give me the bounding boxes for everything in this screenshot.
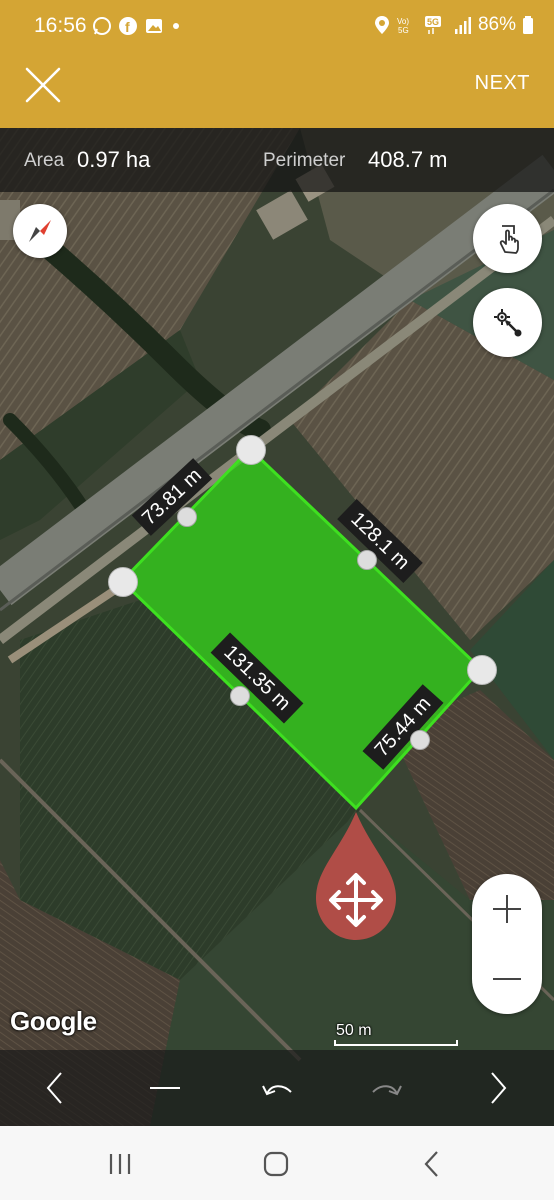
measurement-bar: Area 0.97 ha Perimeter 408.7 m	[0, 128, 554, 192]
gallery-icon	[146, 19, 162, 33]
chevron-right-icon	[491, 1072, 507, 1104]
notification-icons: f	[92, 16, 182, 36]
gps-point-icon	[493, 308, 521, 336]
network-5g-icon: 5G	[424, 16, 441, 34]
scale-bar: 50 m	[334, 1022, 458, 1048]
gps-point-button[interactable]	[473, 288, 542, 357]
battery-percent: 86%	[477, 14, 516, 35]
next-button[interactable]: NEXT	[475, 72, 530, 95]
recent-apps-icon	[109, 1154, 131, 1174]
perimeter-value: 408.7 m	[368, 147, 448, 172]
home-icon	[263, 1151, 289, 1177]
volte-icon: Vo)5G	[397, 17, 409, 35]
battery-icon	[523, 16, 533, 34]
vertex-handle[interactable]	[467, 655, 497, 685]
whatsapp-icon	[93, 17, 111, 35]
hand-pointer-icon	[499, 224, 519, 254]
next-point-button[interactable]	[476, 1068, 520, 1108]
redo-button[interactable]	[365, 1068, 409, 1108]
area-label: Area	[24, 150, 65, 171]
back-icon	[424, 1151, 438, 1177]
scale-line	[334, 1040, 458, 1046]
map-imagery	[0, 128, 554, 1126]
area-value: 0.97 ha	[77, 147, 151, 172]
svg-text:f: f	[125, 19, 130, 35]
signal-icon	[454, 17, 471, 34]
app-bar: NEXT	[0, 42, 554, 128]
vertex-handle[interactable]	[236, 435, 266, 465]
previous-button[interactable]	[33, 1068, 77, 1108]
compass-icon	[29, 220, 51, 242]
svg-text:5G: 5G	[398, 26, 409, 35]
google-attribution: Google	[10, 1006, 97, 1036]
location-icon	[374, 16, 389, 34]
svg-text:5G: 5G	[427, 17, 439, 27]
redo-icon	[372, 1085, 402, 1096]
midpoint-handle[interactable]	[230, 686, 250, 706]
svg-text:Vo): Vo)	[397, 17, 409, 26]
home-button[interactable]	[256, 1146, 296, 1182]
move-arrows-icon	[329, 873, 383, 927]
minus-icon	[150, 1087, 180, 1089]
facebook-icon: f	[119, 17, 137, 35]
close-button[interactable]	[22, 64, 64, 106]
system-nav-bar	[0, 1126, 554, 1200]
delete-point-button[interactable]	[143, 1068, 187, 1108]
system-icons: Vo) 5G 5G 86%	[374, 14, 534, 36]
move-handle[interactable]	[326, 870, 386, 930]
status-time: 16:56	[34, 14, 87, 37]
perimeter-label: Perimeter	[263, 150, 346, 171]
zoom-control	[472, 874, 542, 1014]
status-bar: 16:56 f Vo) 5G 5G 86%	[0, 0, 554, 42]
minus-icon	[493, 978, 521, 980]
undo-icon	[262, 1085, 292, 1096]
undo-button[interactable]	[255, 1068, 299, 1108]
zoom-in-button[interactable]	[472, 874, 542, 944]
midpoint-handle[interactable]	[357, 550, 377, 570]
compass-button[interactable]	[13, 204, 67, 258]
midpoint-handle[interactable]	[177, 507, 197, 527]
chevron-left-icon	[46, 1072, 62, 1104]
midpoint-handle[interactable]	[410, 730, 430, 750]
touch-mode-button[interactable]	[473, 204, 542, 273]
vertex-handle[interactable]	[108, 567, 138, 597]
satellite-map[interactable]: 73.81 m 128.1 m 131.35 m 75.44 m Google …	[0, 128, 554, 1126]
close-icon	[25, 67, 61, 103]
edit-toolbar	[0, 1050, 554, 1126]
back-button[interactable]	[412, 1146, 452, 1182]
recent-apps-button[interactable]	[100, 1146, 140, 1182]
plus-icon	[493, 895, 521, 923]
scale-label: 50 m	[336, 1022, 372, 1039]
dot-icon	[173, 23, 179, 29]
zoom-out-button[interactable]	[472, 944, 542, 1014]
